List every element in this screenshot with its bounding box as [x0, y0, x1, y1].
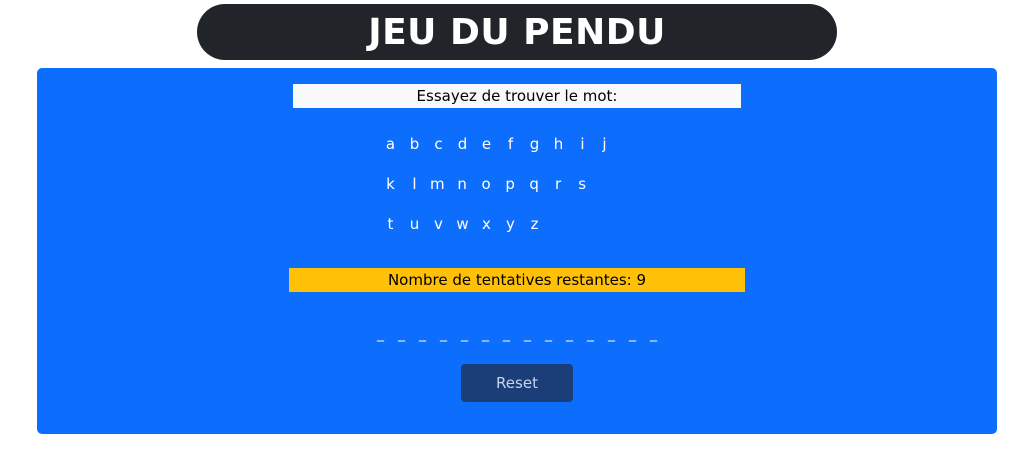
letter-key-f[interactable]: f — [504, 132, 517, 156]
word-slot: _ — [419, 326, 426, 342]
hangman-app: JEU DU PENDU Essayez de trouver le mot: … — [0, 0, 1024, 453]
letter-key-e[interactable]: e — [480, 132, 493, 156]
letter-key-z[interactable]: z — [528, 212, 541, 236]
letter-key-t[interactable]: t — [384, 212, 397, 236]
word-slot: _ — [587, 326, 594, 342]
keyboard-row: abcdefghij — [384, 132, 644, 172]
letter-key-d[interactable]: d — [456, 132, 469, 156]
attempts-bar: Nombre de tentatives restantes: 9 — [289, 268, 745, 292]
prompt-text: Essayez de trouver le mot: — [416, 87, 618, 105]
word-slot: _ — [503, 326, 510, 342]
letter-key-m[interactable]: m — [430, 172, 445, 196]
letter-key-a[interactable]: a — [384, 132, 397, 156]
word-slot: _ — [377, 326, 384, 342]
word-slot: _ — [461, 326, 468, 342]
letter-key-k[interactable]: k — [384, 172, 397, 196]
letter-key-p[interactable]: p — [504, 172, 517, 196]
letter-key-r[interactable]: r — [552, 172, 565, 196]
word-slot: _ — [608, 326, 615, 342]
letter-key-y[interactable]: y — [504, 212, 517, 236]
letter-key-w[interactable]: w — [456, 212, 469, 236]
letter-keyboard: abcdefghijklmnopqrstuvwxyz — [384, 132, 644, 252]
letter-key-q[interactable]: q — [528, 172, 541, 196]
reset-button[interactable]: Reset — [461, 364, 573, 402]
letter-key-c[interactable]: c — [432, 132, 445, 156]
attempts-label: Nombre de tentatives restantes: — [387, 271, 632, 289]
letter-key-o[interactable]: o — [480, 172, 493, 196]
keyboard-row: klmnopqrs — [384, 172, 644, 212]
letter-key-l[interactable]: l — [408, 172, 421, 196]
letter-key-u[interactable]: u — [408, 212, 421, 236]
keyboard-row: tuvwxyz — [384, 212, 644, 252]
prompt-bar: Essayez de trouver le mot: — [293, 84, 741, 108]
word-slot: _ — [545, 326, 552, 342]
game-panel: Essayez de trouver le mot: abcdefghijklm… — [37, 68, 997, 434]
letter-key-n[interactable]: n — [456, 172, 469, 196]
word-slot: _ — [398, 326, 405, 342]
word-slot: _ — [629, 326, 636, 342]
letter-key-j[interactable]: j — [598, 132, 611, 156]
page-title: JEU DU PENDU — [368, 11, 666, 53]
letter-key-i[interactable]: i — [576, 132, 589, 156]
word-slot: _ — [482, 326, 489, 342]
letter-key-b[interactable]: b — [408, 132, 421, 156]
word-slots: _ _ _ _ _ _ _ _ _ _ _ _ _ _ — [362, 326, 672, 350]
letter-key-g[interactable]: g — [528, 132, 541, 156]
word-slot: _ — [650, 326, 657, 342]
title-banner: JEU DU PENDU — [197, 4, 837, 60]
letter-key-h[interactable]: h — [552, 132, 565, 156]
word-slot: _ — [566, 326, 573, 342]
letter-key-v[interactable]: v — [432, 212, 445, 236]
word-slot: _ — [440, 326, 447, 342]
attempts-count: 9 — [636, 271, 647, 289]
letter-key-s[interactable]: s — [576, 172, 589, 196]
word-slot: _ — [524, 326, 531, 342]
letter-key-x[interactable]: x — [480, 212, 493, 236]
